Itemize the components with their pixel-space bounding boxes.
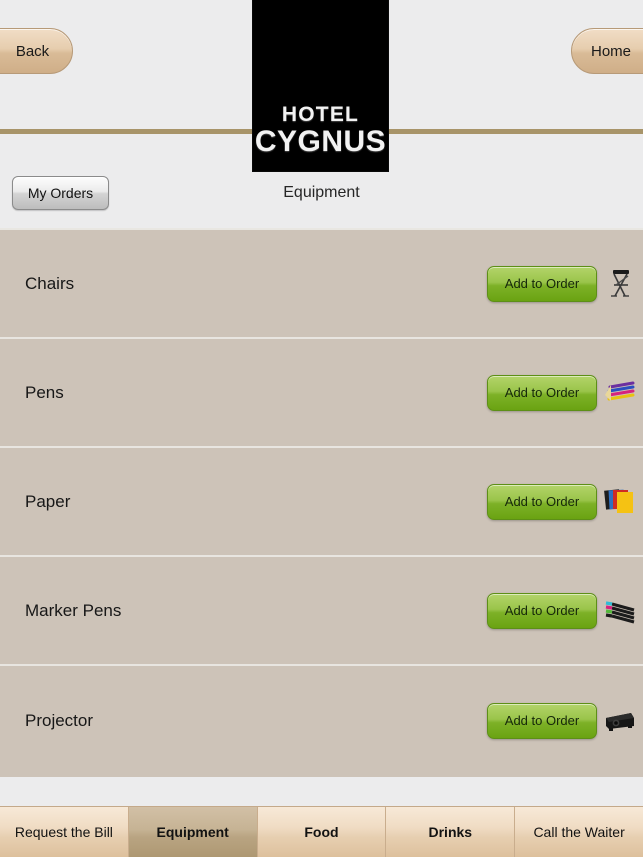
- add-to-order-button[interactable]: Add to Order: [487, 592, 597, 629]
- list-item[interactable]: Chairs Add to Order: [0, 230, 643, 339]
- folding-chair-icon: [597, 268, 643, 300]
- add-to-order-button[interactable]: Add to Order: [487, 265, 597, 302]
- add-to-order-button[interactable]: Add to Order: [487, 702, 597, 739]
- logo-line-cygnus: CYGNUS: [254, 124, 387, 158]
- list-item[interactable]: Paper Add to Order: [0, 448, 643, 557]
- list-item[interactable]: Projector Add to Order: [0, 666, 643, 775]
- tab-label: Equipment: [156, 824, 229, 840]
- projector-icon: [597, 709, 643, 733]
- home-button-label: Home: [590, 42, 631, 60]
- bottom-tab-bar: Request the Bill Equipment Food Drinks Call …: [0, 806, 643, 857]
- list-item-label: Pens: [25, 382, 64, 402]
- marker-pens-icon: [597, 598, 643, 624]
- list-item-label: Projector: [25, 710, 94, 730]
- add-to-order-button-label: Add to Order: [504, 713, 580, 728]
- tab-equipment[interactable]: Equipment: [128, 807, 258, 857]
- list-item-label: Marker Pens: [25, 600, 122, 620]
- add-to-order-button-label: Add to Order: [504, 276, 580, 291]
- tab-drinks[interactable]: Drinks: [386, 807, 516, 857]
- list-item[interactable]: Marker Pens Add to Order: [0, 557, 643, 666]
- add-to-order-button-label: Add to Order: [504, 385, 580, 400]
- tab-label: Call the Waiter: [533, 824, 625, 840]
- tab-label: Drinks: [428, 824, 473, 840]
- tab-request-the-bill[interactable]: Request the Bill: [0, 807, 129, 857]
- hotel-logo: HOTEL CYGNUS: [253, 0, 388, 171]
- tab-label: Food: [304, 824, 339, 840]
- paper-stack-icon: [597, 487, 643, 517]
- home-button[interactable]: Home: [571, 28, 643, 74]
- list-item-label: Chairs: [25, 273, 75, 293]
- tab-label: Request the Bill: [14, 824, 113, 840]
- add-to-order-button[interactable]: Add to Order: [487, 374, 597, 411]
- tab-food[interactable]: Food: [257, 807, 387, 857]
- add-to-order-button[interactable]: Add to Order: [487, 483, 597, 520]
- header: Back Home HOTEL CYGNUS My Orders Equipme…: [0, 0, 643, 228]
- add-to-order-button-label: Add to Order: [504, 494, 580, 509]
- back-button[interactable]: Back: [0, 28, 73, 74]
- tab-call-the-waiter[interactable]: Call the Waiter: [515, 807, 643, 857]
- add-to-order-button-label: Add to Order: [504, 603, 580, 618]
- page-title: Equipment: [283, 184, 360, 201]
- back-button-label: Back: [15, 42, 50, 60]
- equipment-list: Chairs Add to Order Pens Add to Order Pape…: [0, 228, 643, 777]
- app-screen: Back Home HOTEL CYGNUS My Orders Equipme…: [0, 0, 643, 857]
- logo-line-hotel: HOTEL: [281, 102, 360, 126]
- list-item[interactable]: Pens Add to Order: [0, 339, 643, 448]
- colored-pens-icon: [597, 380, 643, 406]
- list-item-label: Paper: [25, 491, 71, 511]
